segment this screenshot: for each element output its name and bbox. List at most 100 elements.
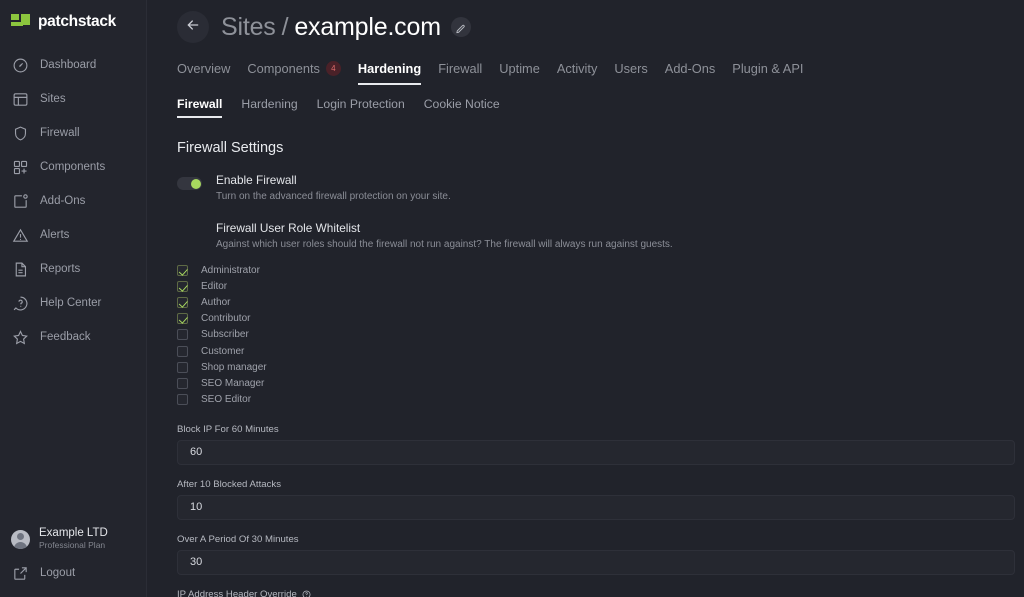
sidebar-item-reports[interactable]: Reports [0, 252, 146, 286]
subtab-firewall[interactable]: Firewall [177, 97, 223, 118]
sidebar-item-label: Sites [40, 93, 66, 105]
enable-firewall-row: Enable Firewall Turn on the advanced fir… [177, 173, 1024, 204]
checkbox-unchecked-icon [177, 345, 188, 357]
breadcrumb-separator: / [281, 12, 289, 41]
sidebar-item-label: Components [40, 161, 106, 173]
section-heading: Firewall Settings [177, 140, 284, 156]
role-label: Administrator [201, 264, 260, 276]
checkbox-unchecked-icon [177, 329, 188, 341]
role-label: SEO Manager [201, 377, 265, 389]
role-label: SEO Editor [201, 394, 252, 406]
tab-label: Users [614, 61, 648, 76]
checkbox-checked-icon [177, 264, 188, 276]
subtab-login-protection[interactable]: Login Protection [317, 97, 405, 118]
period-input[interactable]: 30 [177, 549, 1015, 575]
field-label: Block IP For 60 Minutes [177, 423, 279, 435]
tab-users[interactable]: Users [614, 61, 647, 85]
sidebar-nav: Dashboard Sites Firewall Components Add-… [0, 48, 146, 354]
patchstack-logo-icon [11, 13, 30, 31]
checkbox-checked-icon [177, 296, 188, 308]
sidebar-item-sites[interactable]: Sites [0, 82, 146, 116]
field-label: After 10 Blocked Attacks [177, 478, 281, 490]
tab-label: Hardening [357, 61, 422, 76]
sidebar-item-label: Help Center [40, 297, 102, 309]
role-checkbox-editor[interactable]: Editor [177, 278, 1024, 294]
sidebar-item-label: Firewall [40, 127, 80, 139]
tab-uptime[interactable]: Uptime [499, 61, 540, 85]
enable-firewall-label: Enable Firewall [216, 173, 297, 187]
role-checkbox-author[interactable]: Author [177, 294, 1024, 310]
help-circle-icon[interactable] [302, 590, 311, 597]
primary-tabs: Overview Components 4 Hardening Firewall… [177, 58, 1024, 85]
role-label: Author [201, 296, 231, 308]
sidebar-item-label: Feedback [40, 331, 91, 343]
question-circle-icon [12, 295, 29, 312]
secondary-tabs: Firewall Hardening Login Protection Cook… [177, 93, 1024, 118]
sidebar-item-alerts[interactable]: Alerts [0, 218, 146, 252]
enable-firewall-toggle[interactable] [177, 177, 202, 190]
document-icon [12, 261, 29, 278]
subtab-hardening[interactable]: Hardening [241, 97, 297, 118]
tab-label: Add-Ons [664, 61, 716, 76]
checkbox-unchecked-icon [177, 361, 188, 373]
firewall-settings-fields: Block IP For 60 Minutes 60 After 10 Bloc… [177, 424, 1024, 597]
back-button[interactable] [177, 11, 209, 43]
checkbox-checked-icon [177, 313, 188, 325]
sidebar-item-dashboard[interactable]: Dashboard [0, 48, 146, 82]
role-checkbox-administrator[interactable]: Administrator [177, 262, 1024, 278]
star-icon [12, 329, 29, 346]
sidebar-footer: Example LTD Professional Plan Logout [0, 521, 147, 597]
sidebar-item-help-center[interactable]: Help Center [0, 286, 146, 320]
role-checkbox-seo-manager[interactable]: SEO Manager [177, 375, 1024, 391]
gauge-icon [12, 57, 29, 74]
role-checkbox-customer[interactable]: Customer [177, 343, 1024, 359]
tab-add-ons[interactable]: Add-Ons [665, 61, 716, 85]
role-checkbox-shop-manager[interactable]: Shop manager [177, 359, 1024, 375]
tab-plugin-api[interactable]: Plugin & API [732, 61, 803, 85]
role-label: Editor [201, 280, 228, 292]
logout-button[interactable]: Logout [0, 557, 147, 589]
arrow-left-icon [185, 17, 201, 38]
account-summary[interactable]: Example LTD Professional Plan [0, 521, 147, 557]
main-content: Sites / example.com Overview Components [147, 0, 1024, 597]
role-label: Customer [201, 345, 245, 357]
whitelist-description: Against which user roles should the fire… [216, 239, 673, 250]
tab-label: Components [247, 61, 320, 76]
toggle-knob [190, 178, 201, 189]
external-link-icon [12, 565, 29, 582]
tab-overview[interactable]: Overview [177, 61, 230, 85]
enable-firewall-description: Turn on the advanced firewall protection… [216, 191, 451, 202]
field-label: IP Address Header Override [177, 589, 1024, 597]
breadcrumb-parent[interactable]: Sites [221, 13, 276, 42]
tab-hardening[interactable]: Hardening [357, 61, 422, 85]
checkbox-checked-icon [177, 280, 188, 292]
status-badge: 4 [325, 61, 341, 76]
avatar [11, 529, 30, 549]
account-name: Example LTD [39, 527, 108, 539]
field-block-ip-duration: Block IP For 60 Minutes 60 [177, 424, 1024, 465]
tab-firewall[interactable]: Firewall [438, 61, 482, 85]
field-label-text: IP Address Header Override [177, 588, 297, 597]
subtab-cookie-notice[interactable]: Cookie Notice [424, 97, 500, 118]
addon-box-icon [12, 193, 29, 210]
field-period: Over A Period Of 30 Minutes 30 [177, 534, 1024, 575]
blocked-attacks-input[interactable]: 10 [177, 494, 1015, 520]
role-checkbox-subscriber[interactable]: Subscriber [177, 327, 1024, 343]
tab-activity[interactable]: Activity [557, 61, 598, 85]
tab-components[interactable]: Components 4 [247, 61, 341, 85]
field-label: Over A Period Of 30 Minutes [177, 533, 299, 545]
tab-label: Activity [556, 61, 598, 76]
sidebar-item-components[interactable]: Components [0, 150, 146, 184]
role-checkbox-seo-editor[interactable]: SEO Editor [177, 392, 1024, 408]
pencil-icon [455, 13, 466, 42]
sidebar-item-label: Reports [40, 263, 81, 275]
edit-site-button[interactable] [450, 17, 471, 37]
sidebar-item-add-ons[interactable]: Add-Ons [0, 184, 146, 218]
block-ip-duration-input[interactable]: 60 [177, 439, 1015, 465]
sidebar-item-firewall[interactable]: Firewall [0, 116, 146, 150]
role-checkbox-contributor[interactable]: Contributor [177, 311, 1024, 327]
field-ip-header-override: IP Address Header Override [177, 589, 1024, 597]
brand-logo[interactable]: patchstack [0, 0, 146, 34]
sidebar-item-feedback[interactable]: Feedback [0, 320, 146, 354]
role-label: Shop manager [201, 361, 267, 373]
